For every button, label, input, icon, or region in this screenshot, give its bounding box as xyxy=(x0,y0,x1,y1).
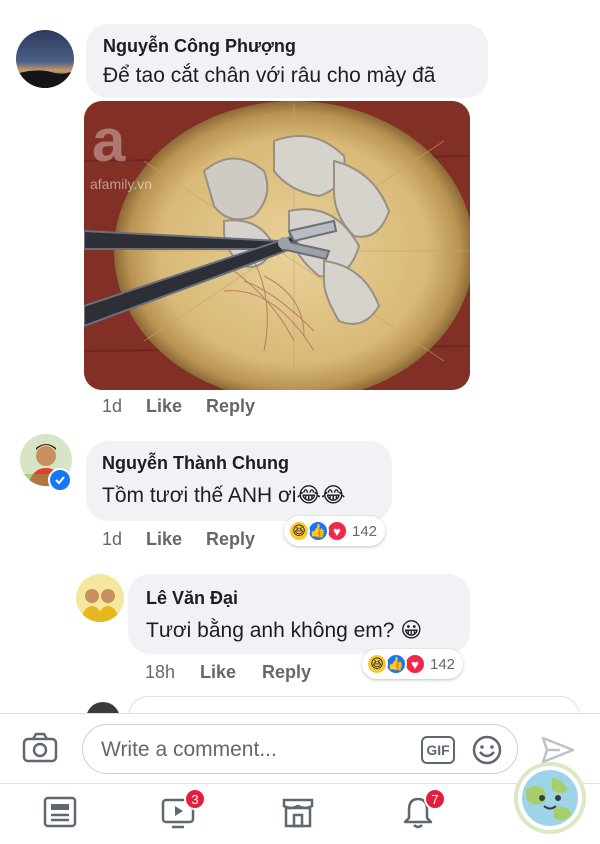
notifications-bell-icon[interactable]: 7 xyxy=(400,788,446,834)
love-reaction-icon: ♥ xyxy=(404,653,426,675)
comment-bubble: Lê Văn Đại Tươi bằng anh không em? 😀 xyxy=(128,574,470,654)
reactions-summary[interactable]: 😆 👍 ♥ 142 xyxy=(362,649,464,679)
reply-button[interactable]: Reply xyxy=(262,662,311,683)
reply-button[interactable]: Reply xyxy=(206,396,255,417)
comment-text: Để tao cắt chân với râu cho mày đã xyxy=(103,64,436,87)
comment-time: 1d xyxy=(102,396,123,416)
like-reaction-icon: 👍 xyxy=(385,653,407,675)
photo-watermark: afamily.vn xyxy=(90,176,152,192)
comment-time: 1d xyxy=(102,529,123,549)
comment-author-name[interactable]: Nguyễn Công Phượng xyxy=(103,36,296,57)
like-button[interactable]: Like xyxy=(146,396,182,417)
like-button[interactable]: Like xyxy=(146,529,182,550)
video-badge: 3 xyxy=(184,788,206,810)
gif-button[interactable]: GIF xyxy=(421,736,455,764)
comment-author-name[interactable]: Lê Văn Đại xyxy=(146,588,238,609)
svg-text:a: a xyxy=(92,107,126,174)
reactions-summary[interactable]: 😆 👍 ♥ 142 xyxy=(284,516,386,546)
avatar-le-van-dai[interactable] xyxy=(76,574,124,622)
comment-composer: Write a comment... GIF xyxy=(0,713,600,783)
verified-badge-icon xyxy=(48,468,72,492)
like-reaction-icon: 👍 xyxy=(307,520,329,542)
love-reaction-icon: ♥ xyxy=(326,520,348,542)
emoji-icon[interactable] xyxy=(471,734,503,766)
like-button[interactable]: Like xyxy=(200,662,236,683)
comment-text: Tồm tươi thế ANH ơi😂😂 xyxy=(102,484,346,507)
camera-icon[interactable] xyxy=(22,732,58,764)
comment-bubble: Nguyễn Thành Chung Tồm tươi thế ANH ơi😂😂 xyxy=(86,441,392,521)
comment-author-name[interactable]: Nguyễn Thành Chung xyxy=(102,453,289,474)
notifications-badge: 7 xyxy=(424,788,446,810)
comment-input[interactable]: Write a comment... GIF xyxy=(82,724,518,774)
reaction-count: 142 xyxy=(430,655,456,673)
comment-photo[interactable]: a afamily.vn xyxy=(84,101,470,390)
watch-video-icon[interactable]: 3 xyxy=(160,788,206,834)
marketplace-icon[interactable] xyxy=(280,794,320,834)
comment-input-placeholder: Write a comment... xyxy=(101,738,277,761)
haha-reaction-icon: 😆 xyxy=(288,520,310,542)
news-feed-icon[interactable] xyxy=(42,794,82,834)
comment-time: 18h xyxy=(145,662,176,682)
reaction-count: 142 xyxy=(352,522,378,540)
haha-reaction-icon: 😆 xyxy=(366,653,388,675)
reply-button[interactable]: Reply xyxy=(206,529,255,550)
comment-text: Tươi bằng anh không em? 😀 xyxy=(146,619,423,642)
comment-bubble: Nguyễn Công Phượng Để tao cắt chân với r… xyxy=(86,24,488,98)
bottom-nav: 3 7 xyxy=(0,762,600,844)
gif-label: GIF xyxy=(426,742,450,758)
avatar-nguyen-cong-phuong[interactable] xyxy=(16,30,74,88)
earth-sticker-icon xyxy=(512,760,588,836)
